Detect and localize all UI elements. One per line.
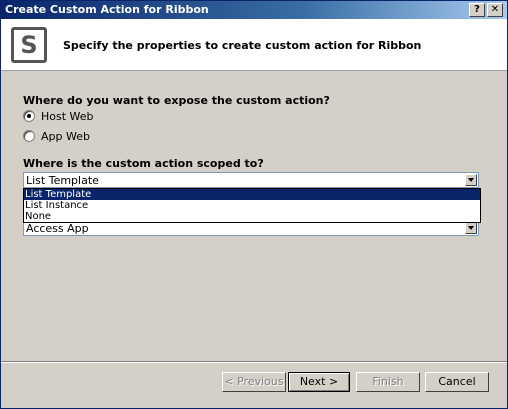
- chevron-down-icon[interactable]: [465, 174, 477, 186]
- sharepoint-logo-icon: S: [11, 27, 47, 63]
- combobox-value: Access App: [26, 222, 89, 235]
- finish-button[interactable]: Finish: [356, 372, 420, 392]
- radio-button[interactable]: [23, 130, 35, 142]
- radio-label: Host Web: [41, 109, 94, 123]
- header-description: Specify the properties to create custom …: [63, 39, 422, 52]
- help-button[interactable]: ?: [469, 3, 485, 17]
- combobox-value: List Template: [26, 174, 99, 187]
- chevron-down-icon[interactable]: [465, 222, 477, 234]
- dialog-window: Create Custom Action for Ribbon ? ✕ S Sp…: [0, 0, 508, 409]
- radio-button-checked[interactable]: [23, 110, 35, 122]
- previous-button[interactable]: < Previous: [222, 372, 286, 392]
- footer-divider: [1, 361, 507, 363]
- dropdown-option-list-template[interactable]: List Template: [24, 189, 480, 200]
- expose-question-label: Where do you want to expose the custom a…: [23, 94, 330, 107]
- next-button[interactable]: Next >: [288, 372, 350, 392]
- window-title: Create Custom Action for Ribbon: [5, 3, 209, 16]
- radio-app-web[interactable]: App Web: [23, 129, 90, 143]
- dropdown-option-list-instance[interactable]: List Instance: [24, 200, 480, 211]
- scope-question-label: Where is the custom action scoped to?: [23, 157, 264, 170]
- cancel-button[interactable]: Cancel: [425, 372, 489, 392]
- wizard-header: S Specify the properties to create custo…: [1, 19, 507, 71]
- close-button[interactable]: ✕: [487, 3, 503, 17]
- radio-label: App Web: [41, 129, 90, 143]
- radio-host-web[interactable]: Host Web: [23, 109, 94, 123]
- title-bar: Create Custom Action for Ribbon ? ✕: [1, 1, 507, 19]
- scope-dropdown-list: List Template List Instance None: [23, 188, 481, 223]
- dropdown-option-none[interactable]: None: [24, 211, 480, 222]
- scope-combobox[interactable]: List Template: [23, 172, 479, 188]
